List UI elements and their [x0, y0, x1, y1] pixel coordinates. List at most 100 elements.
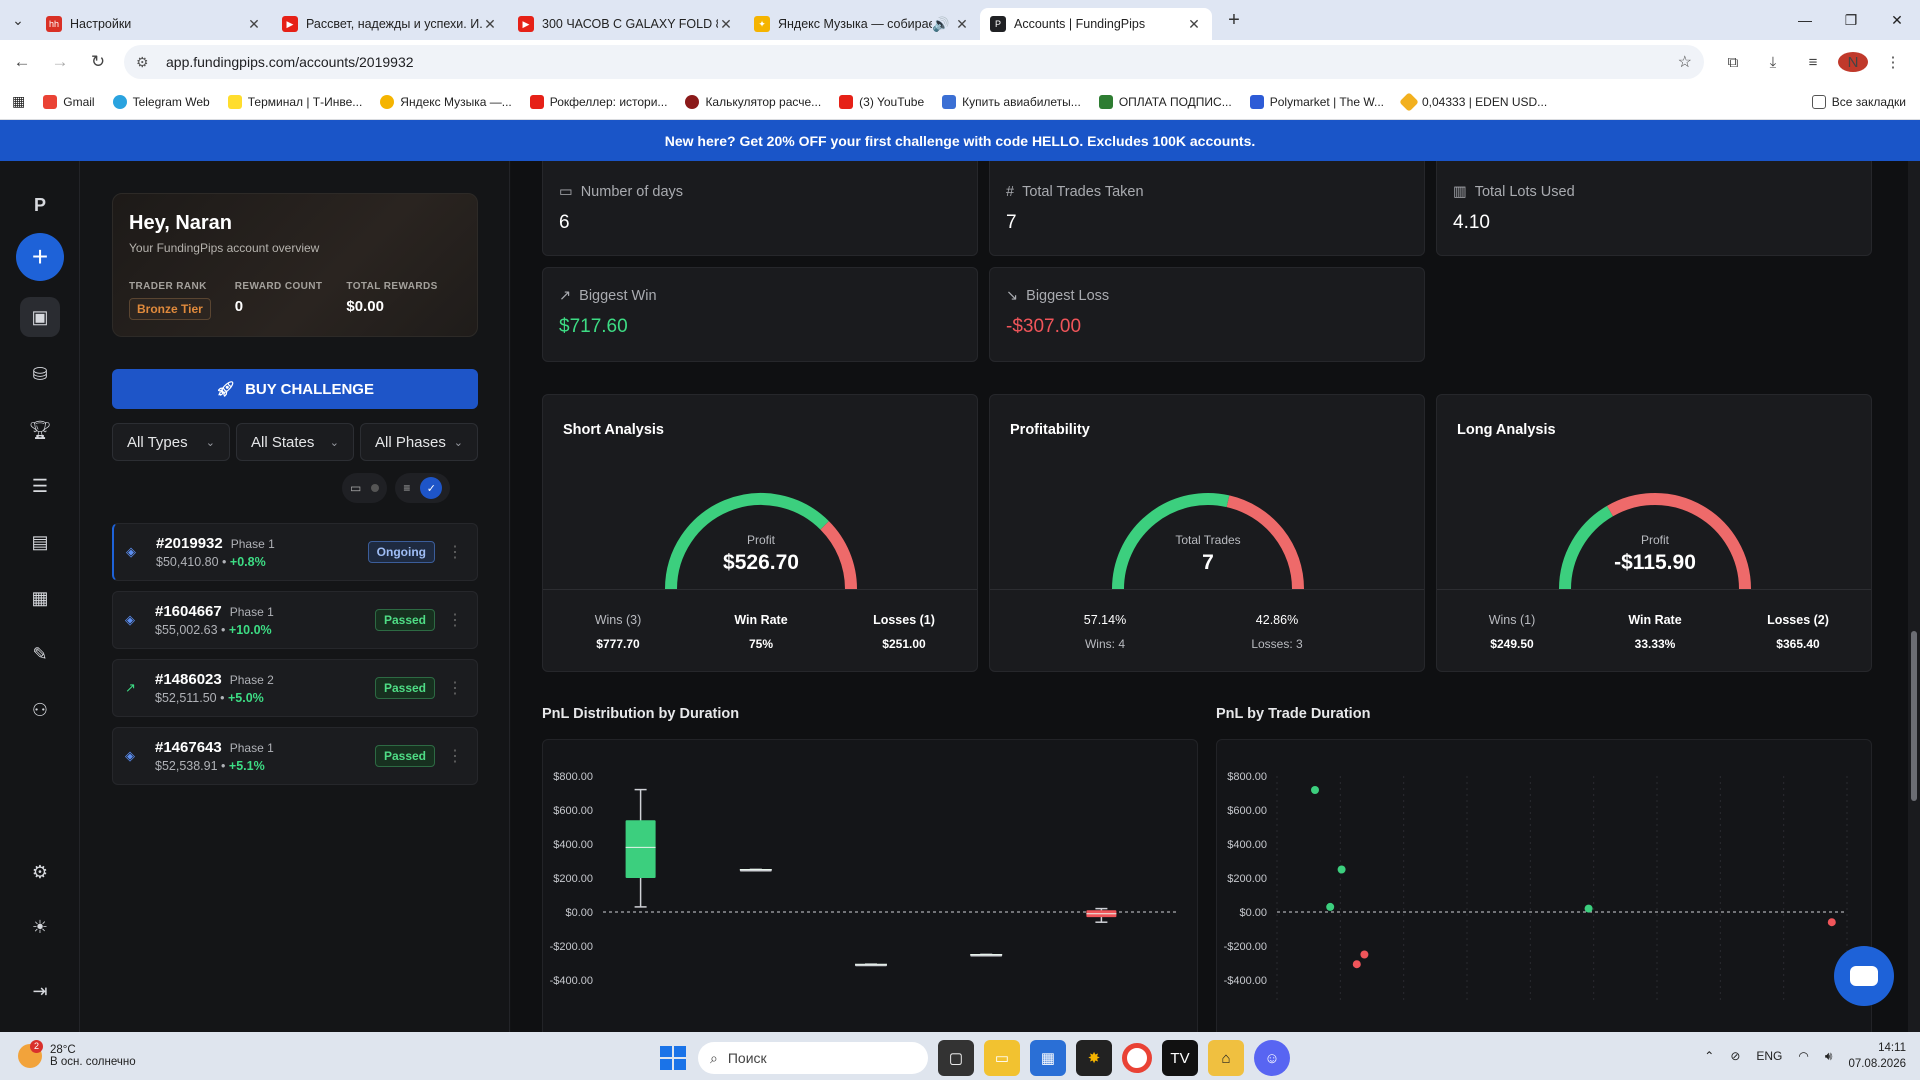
tab-search-chevron-icon[interactable]: ⌄	[0, 0, 36, 40]
url-bar[interactable]: ⚙ app.fundingpips.com/accounts/2019932 ☆	[124, 45, 1704, 79]
bookmark-item[interactable]: Gmail	[43, 94, 95, 109]
speaker-icon[interactable]: 🔊	[932, 16, 949, 33]
bookmark-item[interactable]: Купить авиабилеты...	[942, 94, 1081, 109]
browser-tab[interactable]: hh Настройки ✕	[36, 8, 272, 40]
close-window-icon[interactable]: ✕	[1874, 12, 1920, 29]
account-row[interactable]: ◈ #1467643 Phase 1 $52,538.91 • +5.1% Pas…	[112, 727, 478, 785]
news-icon[interactable]: ▤	[20, 522, 60, 562]
discord-icon[interactable]: ☺	[1254, 1040, 1290, 1076]
y-tick-label: $0.00	[1239, 907, 1267, 919]
bookmark-item[interactable]: 0,04333 | EDEN USD...	[1399, 91, 1547, 112]
trophy-icon[interactable]: 🏆︎	[20, 410, 60, 450]
reload-icon[interactable]: ↻	[82, 52, 114, 72]
filter-phases-select[interactable]: All Phases ⌄	[360, 423, 478, 461]
media-icon[interactable]: ≡	[1798, 54, 1828, 71]
weather-widget[interactable]: 2 28°C В осн. солнечно	[18, 1040, 136, 1068]
restore-icon[interactable]: ❐	[1828, 12, 1874, 29]
settings-gear-icon[interactable]: ⚙	[20, 852, 60, 892]
account-row[interactable]: ◈ #1604667 Phase 1 $55,002.63 • +10.0% Pa…	[112, 591, 478, 649]
fundingpips-logo-icon[interactable]: P	[20, 185, 60, 225]
profile-avatar[interactable]: N	[1838, 52, 1868, 72]
stat-card-lots: ▥ Total Lots Used 4.10	[1436, 161, 1872, 256]
chevron-up-icon[interactable]: ⌃	[1704, 1049, 1714, 1063]
account-type-icon: ◈	[125, 748, 135, 763]
close-tab-icon[interactable]: ✕	[1186, 16, 1202, 33]
tradingview-icon[interactable]: TV	[1162, 1040, 1198, 1076]
all-bookmarks[interactable]: Все закладки	[1811, 94, 1906, 109]
bookmark-star-icon[interactable]: ☆	[1678, 52, 1692, 72]
file-explorer-icon[interactable]: ▭	[984, 1040, 1020, 1076]
list-view-toggle[interactable]: ≡ ✓	[395, 473, 451, 503]
close-tab-icon[interactable]: ✕	[718, 16, 734, 33]
download-icon[interactable]: ⤓	[1758, 54, 1788, 71]
chrome-icon[interactable]	[1122, 1043, 1152, 1073]
dashboard-main: ▭ Number of days 6 # Total Trades Taken 7 …	[511, 161, 1908, 1032]
minimize-icon[interactable]: —	[1782, 12, 1828, 29]
account-row[interactable]: ↗ #1486023 Phase 2 $52,511.50 • +5.0% Pas…	[112, 659, 478, 717]
y-tick-label: $600.00	[1227, 805, 1267, 817]
logout-icon[interactable]: ⇥	[20, 971, 60, 1011]
bookmark-item[interactable]: Калькулятор расче...	[685, 94, 821, 109]
accounts-briefcase-icon[interactable]: ▣	[20, 297, 60, 337]
taskview-icon[interactable]: ▢	[938, 1040, 974, 1076]
language-indicator[interactable]: ENG	[1756, 1049, 1782, 1063]
theme-sun-icon[interactable]: ☀	[20, 907, 60, 947]
y-tick-label: $200.00	[1227, 873, 1267, 885]
bookmark-item[interactable]: ОПЛАТА ПОДПИС...	[1098, 94, 1232, 109]
tools-icon[interactable]: ✎	[20, 634, 60, 674]
calendar-icon[interactable]: ▦	[20, 578, 60, 618]
clock[interactable]: 14:11 07.08.2026	[1848, 1040, 1906, 1072]
volume-icon[interactable]: 🔊︎	[1825, 1049, 1833, 1064]
site-info-icon[interactable]: ⚙	[136, 54, 156, 71]
network-off-icon[interactable]: ⊘	[1730, 1049, 1740, 1063]
app-icon[interactable]: ✸	[1076, 1040, 1112, 1076]
add-account-button[interactable]: +	[16, 233, 64, 281]
filter-states-select[interactable]: All States ⌄	[236, 423, 354, 461]
start-button[interactable]	[656, 1042, 688, 1074]
promo-banner[interactable]: New here? Get 20% OFF your first challen…	[0, 120, 1920, 161]
close-tab-icon[interactable]: ✕	[246, 16, 262, 33]
bookmark-item[interactable]: Яндекс Музыка —...	[380, 94, 512, 109]
browser-tab[interactable]: ✦ Яндекс Музыка — собирае... 🔊 ✕	[744, 8, 980, 40]
store-icon[interactable]: ▦	[1030, 1040, 1066, 1076]
filter-types-select[interactable]: All Types ⌄	[112, 423, 230, 461]
scatter-plot-svg: 0s2m3m5m7m8m10m12m13m15m$800.00$600.00$4…	[1224, 771, 1848, 1000]
archive-toggle[interactable]: ▭	[342, 473, 388, 503]
more-icon[interactable]: ⋮	[445, 678, 465, 698]
list-icon[interactable]: ☰	[20, 466, 60, 506]
bookmark-item[interactable]: Рокфеллер: истори...	[529, 94, 667, 109]
forward-icon[interactable]: →	[44, 52, 76, 72]
scroll-thumb[interactable]	[1911, 631, 1917, 801]
users-icon[interactable]: ⚇	[20, 690, 60, 730]
close-tab-icon[interactable]: ✕	[954, 16, 970, 33]
more-icon[interactable]: ⋮	[445, 610, 465, 630]
back-icon[interactable]: ←	[6, 52, 38, 72]
reward-count: REWARD COUNT 0	[234, 281, 323, 315]
nav-rail: P + ▣ ⛁ 🏆︎ ☰ ▤ ▦ ✎ ⚇ ⚙ ☀ ⇥	[0, 161, 80, 1032]
scatter-point	[1337, 865, 1346, 874]
taskbar-search[interactable]: ⌕ Поиск	[698, 1042, 928, 1074]
more-icon[interactable]: ⋮	[445, 542, 465, 562]
bookmark-item[interactable]: Polymarket | The W...	[1249, 94, 1384, 109]
wifi-icon[interactable]: ◠	[1798, 1049, 1808, 1063]
browser-tab[interactable]: ▶ 300 ЧАСОВ С GALAXY FOLD 8 ✕	[508, 8, 744, 40]
buy-challenge-button[interactable]: 🚀︎ BUY CHALLENGE	[112, 369, 478, 409]
account-row[interactable]: ◈ #2019932 Phase 1 $50,410.80 • +0.8% Ong…	[112, 523, 478, 581]
eden-icon	[1399, 91, 1419, 112]
bookmark-item[interactable]: Telegram Web	[112, 94, 210, 109]
page-scrollbar[interactable]	[1908, 161, 1920, 1032]
new-tab-button[interactable]: +	[1218, 9, 1250, 32]
apps-grid-icon[interactable]: ▦	[12, 93, 25, 110]
status-badge: Passed	[374, 677, 435, 699]
browser-tab[interactable]: ▶ Рассвет, надежды и успехи. И... ✕	[272, 8, 508, 40]
close-tab-icon[interactable]: ✕	[482, 16, 498, 33]
chat-support-button[interactable]	[1834, 946, 1894, 1006]
lock-app-icon[interactable]: ⌂	[1208, 1040, 1244, 1076]
bookmark-item[interactable]: Терминал | Т-Инве...	[227, 94, 362, 109]
extensions-icon[interactable]: ⧉	[1718, 54, 1748, 71]
menu-kebab-icon[interactable]: ⋮	[1878, 53, 1908, 71]
browser-tab-active[interactable]: P Accounts | FundingPips ✕	[980, 8, 1212, 40]
bookmark-item[interactable]: (3) YouTube	[839, 94, 924, 109]
more-icon[interactable]: ⋮	[445, 746, 465, 766]
coins-icon[interactable]: ⛁	[20, 354, 60, 394]
